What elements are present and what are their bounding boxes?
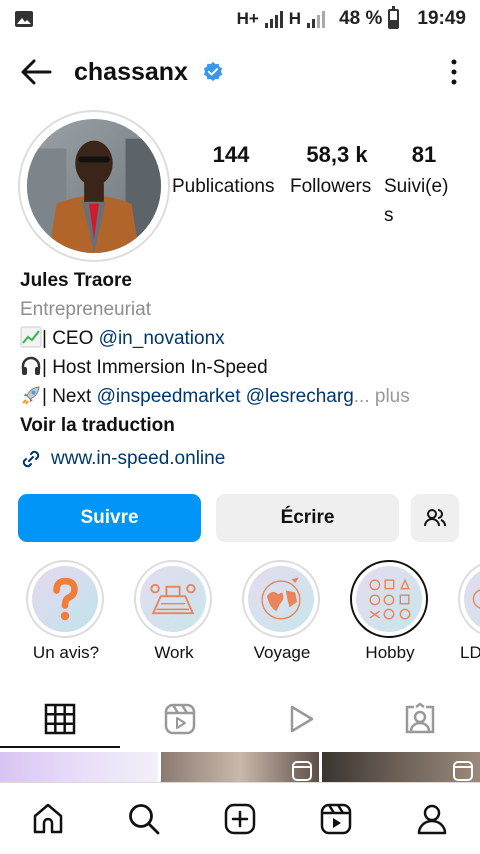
profile-username: chassanx bbox=[74, 57, 188, 86]
active-tab-indicator bbox=[0, 746, 120, 748]
see-translation-link[interactable]: Voir la traduction bbox=[20, 411, 470, 440]
profile-full-name: Jules Traore bbox=[20, 270, 132, 291]
chart-up-emoji-icon bbox=[20, 326, 42, 348]
highlight-label: Voyage bbox=[253, 643, 311, 662]
nav-reels[interactable] bbox=[288, 783, 384, 854]
hobby-icons-grid-icon bbox=[356, 566, 422, 632]
highlight-cover-icon bbox=[464, 566, 480, 632]
following-label: Suivi(e)s bbox=[384, 176, 449, 226]
post-thumbnail[interactable] bbox=[0, 752, 158, 782]
bio-more-link[interactable]: plus bbox=[370, 386, 410, 407]
network-type-label: H+ bbox=[236, 9, 259, 28]
link-icon bbox=[22, 450, 40, 468]
highlight-label: Un avis? bbox=[32, 643, 100, 662]
highlight-label: Hobby bbox=[365, 643, 415, 662]
reel-badge-icon bbox=[292, 761, 312, 781]
headphones-emoji-icon bbox=[21, 356, 41, 375]
posts-label: Publications bbox=[172, 176, 275, 197]
posts-grid bbox=[0, 752, 480, 782]
gallery-icon bbox=[15, 11, 33, 27]
nav-home[interactable] bbox=[0, 783, 96, 854]
bottom-navigation bbox=[0, 782, 480, 854]
bio-line-1: | CEO @in_novationx bbox=[20, 324, 470, 353]
highlight-item[interactable]: Un avis? bbox=[26, 560, 106, 663]
bio-line-2-text: | Host Immersion In-Speed bbox=[42, 357, 268, 378]
verified-badge-icon bbox=[203, 61, 223, 82]
profile-icon bbox=[417, 804, 447, 834]
tagged-person-icon bbox=[405, 702, 435, 734]
bio-line-1-text: | CEO bbox=[42, 328, 99, 349]
mention-link[interactable]: @lesrecharg bbox=[246, 386, 354, 407]
post-thumbnail[interactable] bbox=[322, 752, 480, 782]
highlight-item[interactable]: Hobby bbox=[350, 560, 430, 663]
mention-link[interactable]: @inspeedmarket bbox=[97, 386, 241, 407]
profile-avatar[interactable] bbox=[18, 110, 170, 262]
home-icon bbox=[33, 803, 63, 833]
suggested-accounts-button[interactable] bbox=[411, 494, 459, 542]
profile-stats: 144 Publications 58,3 k Followers 81 Sui… bbox=[172, 142, 464, 230]
bio-line-3-text: | Next bbox=[42, 386, 97, 407]
nav-create[interactable] bbox=[192, 783, 288, 854]
reel-badge-icon bbox=[453, 761, 473, 781]
followers-stat[interactable]: 58,3 k Followers bbox=[290, 142, 384, 230]
work-desk-icon bbox=[140, 566, 206, 632]
nav-search[interactable] bbox=[96, 783, 192, 854]
follow-button[interactable]: Suivre bbox=[18, 494, 201, 542]
grid-icon bbox=[44, 703, 76, 735]
highlight-item[interactable]: LD bbox=[458, 560, 480, 663]
profile-category: Entrepreneuriat bbox=[20, 299, 151, 320]
clock: 19:49 bbox=[417, 8, 466, 29]
following-count: 81 bbox=[411, 142, 437, 167]
story-highlights: Un avis? Work Voyage Hobby LD bbox=[0, 560, 480, 670]
highlight-label: Work bbox=[154, 643, 194, 662]
tab-reels[interactable] bbox=[120, 690, 240, 748]
play-icon bbox=[290, 705, 314, 733]
bio-line-2: | Host Immersion In-Speed bbox=[20, 353, 470, 382]
back-arrow-icon[interactable] bbox=[18, 54, 54, 90]
globe-plane-icon bbox=[248, 566, 314, 632]
profile-tabs bbox=[0, 690, 480, 748]
battery-percent: 48 % bbox=[339, 8, 383, 29]
website-link[interactable]: www.in-speed.online bbox=[20, 448, 225, 470]
website-url: www.in-speed.online bbox=[51, 448, 226, 469]
question-mark-icon bbox=[32, 566, 98, 632]
mention-link[interactable]: @in_novationx bbox=[99, 328, 225, 349]
rocket-emoji-icon bbox=[22, 386, 40, 405]
network-type-label-2: H bbox=[288, 9, 302, 28]
posts-count: 144 bbox=[212, 142, 250, 167]
status-bar: H+ H 48 % 19:49 bbox=[0, 0, 480, 38]
bio-line-3: | Next @inspeedmarket @lesrecharg... plu… bbox=[20, 382, 470, 411]
more-options-icon[interactable] bbox=[446, 57, 462, 87]
followers-label: Followers bbox=[290, 176, 372, 197]
posts-stat[interactable]: 144 Publications bbox=[172, 142, 290, 230]
profile-bio: Jules Traore Entrepreneuriat | CEO @in_n… bbox=[20, 266, 470, 440]
highlight-item[interactable]: Voyage bbox=[242, 560, 322, 663]
highlight-label: LD bbox=[460, 643, 480, 662]
tab-videos[interactable] bbox=[240, 690, 360, 748]
followers-count: 58,3 k bbox=[306, 142, 368, 167]
tab-tagged[interactable] bbox=[360, 690, 480, 748]
signal-icon bbox=[264, 10, 283, 28]
profile-header: chassanx bbox=[0, 50, 480, 94]
post-thumbnail[interactable] bbox=[161, 752, 319, 782]
bio-ellipsis: ... bbox=[353, 386, 370, 407]
profile-photo bbox=[27, 119, 161, 253]
add-people-icon bbox=[424, 509, 446, 527]
reels-icon bbox=[320, 803, 352, 834]
highlight-item[interactable]: Work bbox=[134, 560, 214, 663]
reels-icon bbox=[164, 703, 196, 735]
tab-posts-grid[interactable] bbox=[0, 690, 120, 748]
nav-profile[interactable] bbox=[384, 783, 480, 854]
add-post-icon bbox=[224, 803, 256, 834]
following-stat[interactable]: 81 Suivi(e)s bbox=[384, 142, 464, 230]
message-button[interactable]: Écrire bbox=[216, 494, 399, 542]
battery-icon bbox=[388, 6, 400, 29]
signal-icon-2 bbox=[307, 10, 326, 28]
search-icon bbox=[129, 803, 160, 834]
